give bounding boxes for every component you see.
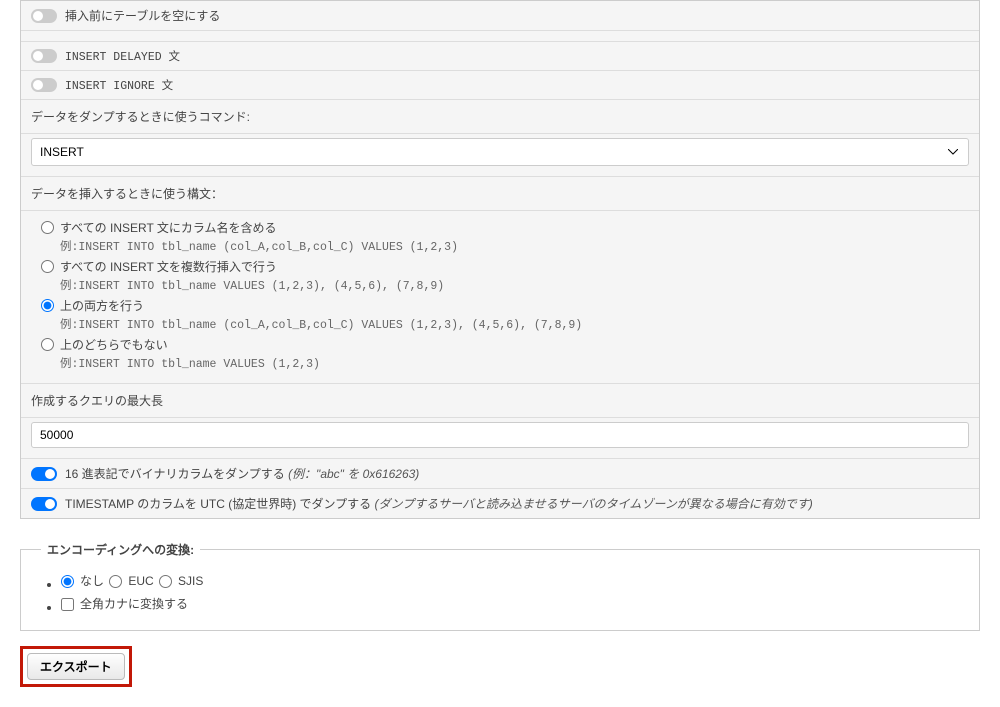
dump-command-wrap: INSERT [21,134,979,177]
insert-syntax-label: データを挿入するときに使う構文： [21,177,979,211]
encoding-euc[interactable]: EUC [109,573,153,588]
syntax-radio-include-columns[interactable] [41,221,54,234]
syntax-label: すべての INSERT 文を複数行挿入で行う [60,258,444,275]
insert-delayed-label: INSERT DELAYED 文 [65,48,180,64]
syntax-example: 例:INSERT INTO tbl_name (col_A,col_B,col_… [60,236,458,254]
max-query-length-wrap [21,418,979,459]
hex-binary-label: 16 進表記でバイナリカラムをダンプする [65,467,288,481]
syntax-example: 例:INSERT INTO tbl_name VALUES (1,2,3), (… [60,275,444,293]
syntax-radio-multi-row[interactable] [41,260,54,273]
encoding-kana[interactable]: 全角カナに変換する [61,595,188,612]
encoding-radios-row: なし EUC SJIS [61,570,959,593]
encoding-legend: エンコーディングへの変換: [41,539,200,560]
export-button[interactable]: エクスポート [27,653,125,680]
dump-command-label: データをダンプするときに使うコマンド: [21,100,979,134]
timestamp-utc-hint: (ダンプするサーバと読み込ませるサーバのタイムゾーンが異なる場合に有効です) [375,497,813,511]
encoding-kana-row: 全角カナに変換する [61,593,959,616]
hex-binary-toggle[interactable] [31,467,57,481]
encoding-fieldset: エンコーディングへの変換: なし EUC SJIS 全角カナに変換する [20,539,980,631]
syntax-option-multi-row[interactable]: すべての INSERT 文を複数行挿入で行う 例:INSERT INTO tbl… [31,256,969,295]
encoding-none[interactable]: なし [61,572,104,589]
timestamp-utc-label: TIMESTAMP のカラムを UTC (協定世界時) でダンプする [65,497,375,511]
insert-ignore-row: INSERT IGNORE 文 [21,71,979,100]
hex-binary-hint: (例："abc" を 0x616263) [288,467,419,481]
syntax-radio-both[interactable] [41,299,54,312]
syntax-label: 上の両方を行う [60,297,582,314]
truncate-before-toggle[interactable] [31,9,57,23]
hex-binary-row: 16 進表記でバイナリカラムをダンプする (例："abc" を 0x616263… [21,459,979,489]
truncate-before-label: 挿入前にテーブルを空にする [65,7,220,24]
insert-options-panel: 挿入前にテーブルを空にする INSERT DELAYED 文 INSERT IG… [20,0,980,519]
max-query-length-input[interactable] [31,422,969,448]
syntax-example: 例:INSERT INTO tbl_name VALUES (1,2,3) [60,353,320,371]
timestamp-utc-row: TIMESTAMP のカラムを UTC (協定世界時) でダンプする (ダンプす… [21,489,979,518]
timestamp-utc-toggle[interactable] [31,497,57,511]
syntax-radio-neither[interactable] [41,338,54,351]
syntax-option-include-columns[interactable]: すべての INSERT 文にカラム名を含める 例:INSERT INTO tbl… [31,217,969,256]
insert-ignore-toggle[interactable] [31,78,57,92]
encoding-sjis[interactable]: SJIS [159,573,203,588]
export-button-wrap: エクスポート [0,646,152,707]
insert-syntax-group: すべての INSERT 文にカラム名を含める 例:INSERT INTO tbl… [21,211,979,384]
max-query-length-label: 作成するクエリの最大長 [21,384,979,418]
insert-delayed-toggle[interactable] [31,49,57,63]
syntax-option-both[interactable]: 上の両方を行う 例:INSERT INTO tbl_name (col_A,co… [31,295,969,334]
encoding-kana-checkbox[interactable] [61,598,74,611]
insert-delayed-row: INSERT DELAYED 文 [21,41,979,71]
syntax-label: 上のどちらでもない [60,336,320,353]
export-highlight-box: エクスポート [20,646,132,687]
syntax-example: 例:INSERT INTO tbl_name (col_A,col_B,col_… [60,314,582,332]
syntax-label: すべての INSERT 文にカラム名を含める [60,219,458,236]
syntax-option-neither[interactable]: 上のどちらでもない 例:INSERT INTO tbl_name VALUES … [31,334,969,373]
insert-ignore-label: INSERT IGNORE 文 [65,77,173,93]
truncate-before-row: 挿入前にテーブルを空にする [21,1,979,31]
dump-command-select[interactable]: INSERT [31,138,969,166]
